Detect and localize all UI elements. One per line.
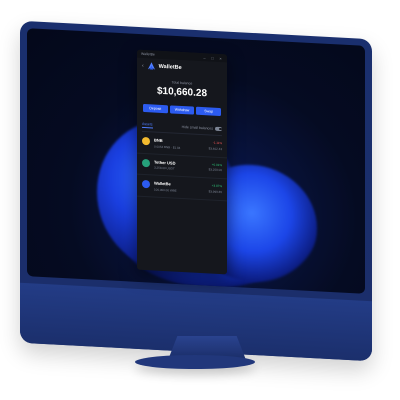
asset-change: -1.11% — [212, 140, 222, 146]
tether-coin-icon — [142, 158, 150, 167]
asset-amount: 100,000.00 WBE — [154, 187, 177, 193]
asset-amount: 3,258.00 USDT — [154, 165, 175, 171]
monitor-base — [135, 355, 255, 369]
asset-value: $3,258.00 — [208, 167, 222, 173]
hide-small-toggle[interactable] — [215, 126, 222, 131]
walletbe-coin-icon — [142, 179, 150, 189]
hide-small-label: Hide small balances — [181, 124, 213, 131]
tab-assets[interactable]: Assets — [142, 121, 153, 129]
asset-change: +0.01% — [211, 162, 222, 167]
bnb-coin-icon — [142, 136, 150, 146]
app-name: WalletBe — [158, 63, 182, 71]
swap-button[interactable]: Swap — [196, 106, 222, 117]
action-buttons: Deposit Withdraw Swap — [137, 103, 227, 117]
maximize-button[interactable]: □ — [210, 55, 215, 60]
minimize-button[interactable]: – — [202, 55, 207, 60]
withdraw-button[interactable]: Withdraw — [169, 105, 195, 115]
list-item[interactable]: WalletBe 100,000.00 WBE +3.87% $3,999.85 — [137, 174, 227, 201]
walletbe-logo-icon — [147, 62, 155, 70]
close-button[interactable]: × — [218, 55, 223, 60]
asset-value: $3,402.43 — [208, 145, 222, 151]
deposit-button[interactable]: Deposit — [143, 103, 168, 114]
back-arrow-icon[interactable]: ‹ — [142, 62, 144, 68]
asset-change: +3.87% — [211, 183, 222, 189]
wallet-app-window: WalletBe – □ × ‹ WalletBe Total balance … — [137, 49, 227, 275]
asset-value: $3,999.85 — [208, 188, 222, 194]
balance-value: $10,660.28 — [156, 85, 208, 100]
asset-amount: 0.0054 BNB · $1.84 — [154, 144, 181, 150]
